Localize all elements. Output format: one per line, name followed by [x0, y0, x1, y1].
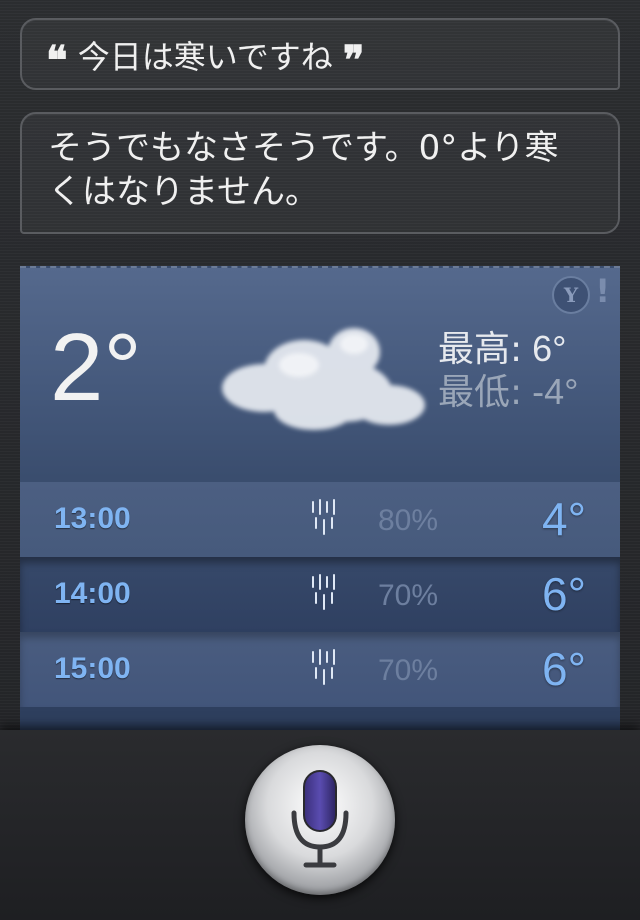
high-value: 6°	[532, 328, 567, 369]
yahoo-icon[interactable]: Y	[552, 276, 590, 314]
rain-icon	[312, 574, 335, 610]
hour-time: 14:00	[54, 577, 131, 610]
hourly-row: 15:00 70% 6°	[20, 632, 620, 707]
low-temp-row: 最低: -4°	[438, 371, 579, 414]
close-quote-icon: ❞	[342, 37, 365, 84]
hour-temp: 6°	[542, 643, 586, 695]
high-low-temps: 最高: 6° 最低: -4°	[438, 328, 579, 414]
open-quote-icon: ❝	[46, 37, 68, 84]
user-query: ❝ 今日は寒いですね ❞	[46, 36, 364, 81]
hour-time: 15:00	[54, 652, 131, 685]
precip-chance: 70%	[378, 579, 439, 612]
current-temperature: 2°	[50, 314, 142, 421]
siri-response-text: そうでもなさそうです。0°より寒くはなりません。	[48, 128, 559, 212]
hourly-row-partial	[20, 707, 620, 732]
low-value: -4°	[532, 371, 579, 412]
precip-chance: 80%	[378, 504, 439, 537]
precip-chance: 70%	[378, 654, 439, 687]
hour-time: 13:00	[54, 502, 131, 535]
microphone-icon	[291, 770, 349, 868]
high-label: 最高:	[438, 329, 523, 370]
yahoo-bang: !	[595, 272, 610, 310]
low-label: 最低:	[438, 372, 523, 413]
high-temp-row: 最高: 6°	[438, 328, 579, 371]
hour-temp: 6°	[542, 568, 586, 620]
microphone-button[interactable]	[245, 745, 395, 895]
hour-temp: 4°	[542, 493, 586, 545]
user-query-text: 今日は寒いですね	[77, 38, 333, 76]
user-query-bubble[interactable]: ❝ 今日は寒いですね ❞	[20, 18, 620, 90]
hourly-row: 13:00 80% 4°	[20, 482, 620, 557]
rain-icon	[312, 499, 335, 535]
rain-icon	[312, 649, 335, 685]
yahoo-letter: Y	[563, 283, 579, 307]
weather-card[interactable]: Y ! 2° 最高: 6° 最低: -4° 13:00 80% 4° 14:00…	[20, 266, 620, 732]
siri-response-bubble: そうでもなさそうです。0°より寒くはなりません。	[20, 112, 620, 234]
hourly-row: 14:00 70% 6°	[20, 557, 620, 632]
cloud-icon	[222, 328, 425, 430]
